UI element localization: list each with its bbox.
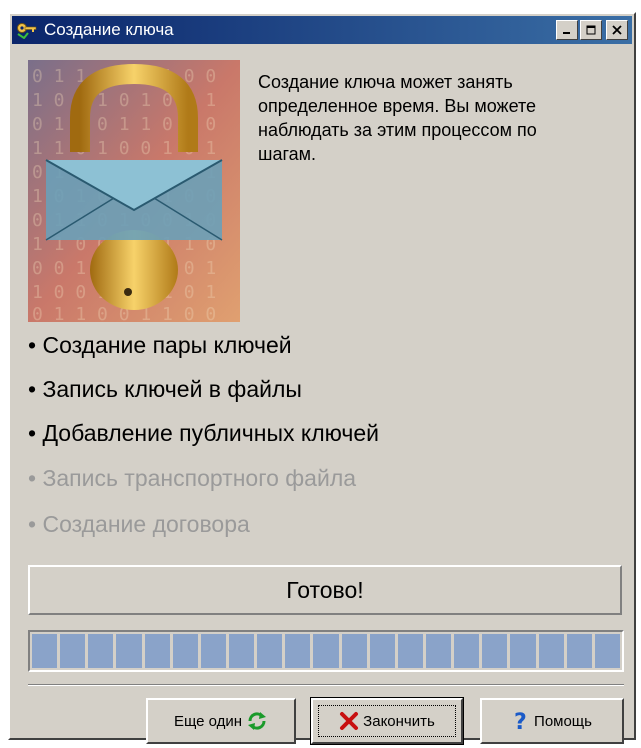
step-bullet: • — [28, 465, 37, 491]
again-button[interactable]: Еще один — [146, 698, 296, 744]
intro-text: Создание ключа может занять определенное… — [258, 72, 537, 164]
progress-segment — [32, 634, 58, 668]
window-title: Создание ключа — [44, 20, 174, 39]
progress-segment — [144, 634, 170, 668]
progress-segment — [566, 634, 592, 668]
refresh-icon — [248, 712, 267, 730]
status-panel: Готово! — [28, 565, 622, 615]
progress-bar — [28, 630, 624, 672]
button-separator — [28, 684, 624, 686]
focus-rectangle — [318, 705, 456, 737]
padlock-envelope-illustration: 0 1 1 0 1 0 1 0 0 1 0 0 1 0 1 0 0 1 0 1 … — [28, 60, 240, 322]
maximize-button[interactable] — [580, 20, 602, 40]
step-write-transport-file: • Запись транспортного файла — [28, 465, 356, 492]
svg-text:?: ? — [514, 710, 527, 732]
help-button-label: Помощь — [534, 712, 592, 730]
key-creation-dialog: Создание ключа 0 1 1 0 1 0 1 0 0 1 0 0 1… — [8, 12, 636, 745]
progress-segment — [397, 634, 423, 668]
progress-segment — [594, 634, 620, 668]
status-text: Готово! — [286, 576, 364, 603]
progress-segment — [200, 634, 226, 668]
step-label: Создание пары ключей — [42, 332, 292, 358]
progress-segment — [257, 634, 283, 668]
title-bar[interactable]: Создание ключа — [12, 16, 632, 44]
progress-segment — [510, 634, 536, 668]
step-label: Добавление публичных ключей — [42, 420, 379, 446]
progress-segment — [172, 634, 198, 668]
progress-segment — [454, 634, 480, 668]
again-button-label: Еще один — [173, 712, 243, 730]
step-label: Создание договора — [42, 511, 250, 537]
step-add-public-keys: • Добавление публичных ключей — [28, 420, 379, 447]
progress-segment — [228, 634, 255, 668]
question-icon: ? — [514, 710, 527, 732]
progress-segment — [369, 634, 395, 668]
step-bullet: • — [28, 376, 37, 402]
minimize-button[interactable] — [556, 20, 578, 40]
step-create-key-pair: • Создание пары ключей — [28, 332, 292, 359]
step-create-contract: • Создание договора — [28, 511, 250, 538]
finish-button[interactable]: Закончить — [310, 697, 464, 745]
key-app-icon — [17, 23, 37, 39]
progress-segment — [341, 634, 367, 668]
progress-segment — [285, 634, 311, 668]
step-write-keys: • Запись ключей в файлы — [28, 376, 302, 403]
progress-segment — [313, 634, 339, 668]
close-button[interactable] — [606, 20, 628, 40]
help-button[interactable]: ? Помощь — [480, 698, 624, 744]
progress-segment — [482, 634, 508, 668]
step-label: Запись транспортного файла — [42, 465, 357, 491]
close-icon — [612, 25, 622, 35]
step-bullet: • — [28, 332, 37, 358]
step-bullet: • — [28, 420, 37, 446]
step-bullet: • — [28, 511, 37, 537]
progress-segment — [425, 634, 452, 668]
progress-segment — [116, 634, 142, 668]
progress-segment — [538, 634, 564, 668]
minimize-icon — [563, 32, 570, 34]
step-label: Запись ключей в файлы — [42, 376, 302, 402]
progress-segment — [88, 634, 114, 668]
progress-segment — [60, 634, 86, 668]
maximize-icon — [586, 25, 596, 35]
